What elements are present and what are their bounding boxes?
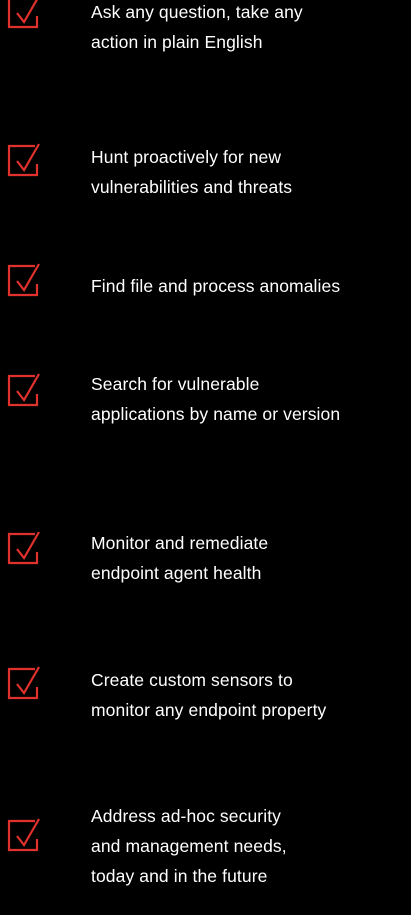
feature-text: Find file and process anomalies xyxy=(91,271,411,301)
feature-line: Find file and process anomalies xyxy=(91,276,341,296)
checkbox-check-icon xyxy=(6,140,40,180)
feature-line: monitor any endpoint property xyxy=(91,700,327,720)
checkbox-check-icon xyxy=(6,528,40,568)
feature-line: Create custom sensors to xyxy=(91,670,293,690)
checkbox-check-icon xyxy=(6,815,40,855)
feature-text: Monitor and remediate endpoint agent hea… xyxy=(91,528,411,588)
checkbox-check-icon xyxy=(6,663,40,703)
checkbox-check-icon xyxy=(6,0,40,32)
feature-text: Ask any question, take any action in pla… xyxy=(91,0,411,57)
feature-line: action in plain English xyxy=(91,32,263,52)
checkbox-check-icon xyxy=(6,260,40,300)
feature-text: Search for vulnerable applications by na… xyxy=(91,369,411,429)
feature-text: Address ad-hoc security and management n… xyxy=(91,801,411,891)
feature-text: Create custom sensors to monitor any end… xyxy=(91,665,411,725)
feature-line: vulnerabilities and threats xyxy=(91,177,293,197)
feature-line: Hunt proactively for new xyxy=(91,147,282,167)
feature-line: today and in the future xyxy=(91,866,268,886)
feature-line: endpoint agent health xyxy=(91,563,262,583)
feature-line: Address ad-hoc security xyxy=(91,806,282,826)
feature-line: Monitor and remediate xyxy=(91,533,269,553)
checkbox-check-icon xyxy=(6,370,40,410)
feature-line: applications by name or version xyxy=(91,404,341,424)
feature-line: and management needs, xyxy=(91,836,287,856)
feature-text: Hunt proactively for new vulnerabilities… xyxy=(91,142,411,202)
feature-list: Ask any question, take any action in pla… xyxy=(0,0,411,915)
feature-line: Search for vulnerable xyxy=(91,374,260,394)
feature-line: Ask any question, take any xyxy=(91,2,303,22)
